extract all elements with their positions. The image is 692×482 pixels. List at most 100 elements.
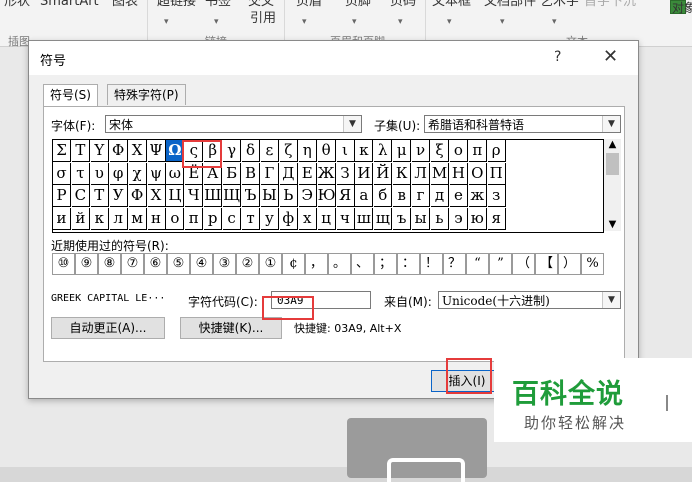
recent-symbol[interactable]: ⑤ (167, 253, 190, 275)
symbol-cell[interactable]: Ч (185, 185, 204, 208)
ribbon-hyperlink[interactable]: 超链接 (157, 0, 196, 10)
symbol-cell[interactable]: У (109, 185, 128, 208)
recent-symbol[interactable]: ） (558, 253, 581, 275)
symbol-cell[interactable]: щ (374, 208, 393, 231)
symbol-cell[interactable]: И (355, 162, 374, 185)
ribbon-header[interactable]: 页眉 (296, 0, 322, 10)
symbol-cell[interactable]: Σ (53, 140, 71, 162)
symbol-cell[interactable]: ι (336, 140, 355, 162)
symbol-cell[interactable]: Ф (128, 185, 147, 208)
chevron-down-icon[interactable]: ▾ (447, 17, 452, 27)
symbol-cell[interactable]: н (147, 208, 166, 231)
symbol-cell[interactable]: Τ (71, 140, 90, 162)
recent-symbol[interactable]: ④ (190, 253, 213, 275)
symbol-cell[interactable]: Ь (279, 185, 298, 208)
symbol-cell[interactable]: О (468, 162, 487, 185)
symbol-cell[interactable]: Φ (109, 140, 128, 162)
recent-symbol[interactable]: 、 (351, 253, 374, 275)
recent-symbol[interactable]: ① (259, 253, 282, 275)
symbol-cell[interactable]: п (185, 208, 204, 231)
ribbon-bookmark[interactable]: 书签 (205, 0, 231, 10)
symbol-cell[interactable]: й (71, 208, 90, 231)
symbol-cell[interactable]: э (449, 208, 468, 231)
recent-symbol[interactable]: ， (305, 253, 328, 275)
symbol-cell[interactable]: ζ (279, 140, 298, 162)
symbol-cell[interactable]: у (260, 208, 279, 231)
symbol-cell[interactable]: Д (279, 162, 298, 185)
ribbon-shapes[interactable]: 形状 (4, 0, 30, 10)
symbol-cell[interactable]: Б (223, 162, 242, 185)
ribbon-wordart[interactable]: 艺术字 (540, 0, 579, 10)
ribbon-textbox[interactable]: 文本框 (432, 0, 471, 10)
symbol-cell[interactable]: Χ (128, 140, 147, 162)
chevron-down-icon[interactable]: ▼ (602, 116, 620, 132)
symbol-cell[interactable]: Р (53, 185, 71, 208)
shortcut-key-button[interactable]: 快捷键(K)... (180, 317, 282, 339)
symbol-cell[interactable]: Э (298, 185, 317, 208)
recent-symbol[interactable]: “ (466, 253, 489, 275)
recent-symbol[interactable]: ： (397, 253, 420, 275)
recent-symbol[interactable]: 。 (328, 253, 351, 275)
symbol-cell[interactable]: Ы (260, 185, 279, 208)
symbol-cell[interactable]: Л (412, 162, 431, 185)
recent-symbol[interactable]: ⑦ (121, 253, 144, 275)
recent-symbol[interactable]: ⑧ (98, 253, 121, 275)
recent-symbol[interactable]: （ (512, 253, 535, 275)
symbol-cell[interactable]: Щ (223, 185, 242, 208)
symbol-cell[interactable]: ν (412, 140, 431, 162)
scrollbar-thumb[interactable] (606, 153, 619, 175)
symbol-cell[interactable]: ы (412, 208, 431, 231)
chevron-up-icon[interactable]: ▲ (604, 139, 621, 151)
symbol-cell[interactable]: ψ (147, 162, 166, 185)
symbol-cell[interactable]: р (204, 208, 223, 231)
symbol-cell[interactable]: δ (242, 140, 260, 162)
symbol-cell[interactable]: Ю (317, 185, 336, 208)
symbol-cell[interactable]: φ (109, 162, 128, 185)
recent-symbol[interactable]: ⑩ (52, 253, 75, 275)
symbol-cell[interactable]: в (393, 185, 412, 208)
recent-symbol[interactable]: ⑨ (75, 253, 98, 275)
symbol-cell[interactable]: Υ (90, 140, 109, 162)
recent-symbol[interactable]: ② (236, 253, 259, 275)
ribbon-smartart[interactable]: SmartArt (40, 0, 99, 10)
symbol-cell[interactable]: σ (53, 162, 71, 185)
close-icon[interactable]: ✕ (603, 46, 618, 67)
symbol-cell[interactable]: ш (355, 208, 374, 231)
symbol-cell[interactable]: λ (374, 140, 393, 162)
symbol-cell[interactable]: ч (336, 208, 355, 231)
symbol-cell[interactable]: л (109, 208, 128, 231)
symbol-cell[interactable]: Х (147, 185, 166, 208)
symbol-cell[interactable]: З (336, 162, 355, 185)
symbol-cell[interactable]: μ (393, 140, 412, 162)
symbol-cell[interactable]: м (128, 208, 147, 231)
symbol-cell[interactable]: γ (223, 140, 242, 162)
symbol-cell[interactable]: Г (260, 162, 279, 185)
recent-symbol[interactable]: 【 (535, 253, 558, 275)
ribbon-crossref[interactable]: 交叉 (248, 0, 274, 10)
symbol-cell[interactable]: М (431, 162, 449, 185)
symbol-cell[interactable]: τ (71, 162, 90, 185)
ribbon-dropcap[interactable]: 首字下沉 (584, 0, 636, 10)
symbol-cell[interactable]: ь (431, 208, 449, 231)
symbol-cell[interactable]: К (393, 162, 412, 185)
symbol-cell[interactable]: Ψ (147, 140, 166, 162)
symbol-cell[interactable]: Т (90, 185, 109, 208)
recent-symbol[interactable]: ； (374, 253, 397, 275)
autocorrect-button[interactable]: 自动更正(A)... (51, 317, 165, 339)
ribbon-pagenum[interactable]: 页码 (390, 0, 416, 10)
ribbon-quickparts[interactable]: 文档部件 (484, 0, 536, 10)
symbol-cell[interactable]: Ъ (242, 185, 260, 208)
chevron-down-icon[interactable]: ▾ (164, 17, 169, 27)
symbol-cell[interactable]: з (487, 185, 506, 208)
symbol-cell[interactable]: ж (468, 185, 487, 208)
symbol-cell[interactable]: и (53, 208, 71, 231)
symbol-cell[interactable]: Й (374, 162, 393, 185)
tab-symbols[interactable]: 符号(S) (43, 84, 98, 107)
symbol-cell[interactable]: θ (317, 140, 336, 162)
chevron-down-icon[interactable]: ▼ (604, 219, 621, 231)
chevron-down-icon[interactable]: ▾ (500, 17, 505, 27)
symbol-cell[interactable]: Н (449, 162, 468, 185)
chevron-down-icon[interactable]: ▼ (343, 116, 361, 132)
help-button[interactable]: ? (554, 49, 561, 65)
ribbon-chart[interactable]: 图表 (112, 0, 138, 10)
